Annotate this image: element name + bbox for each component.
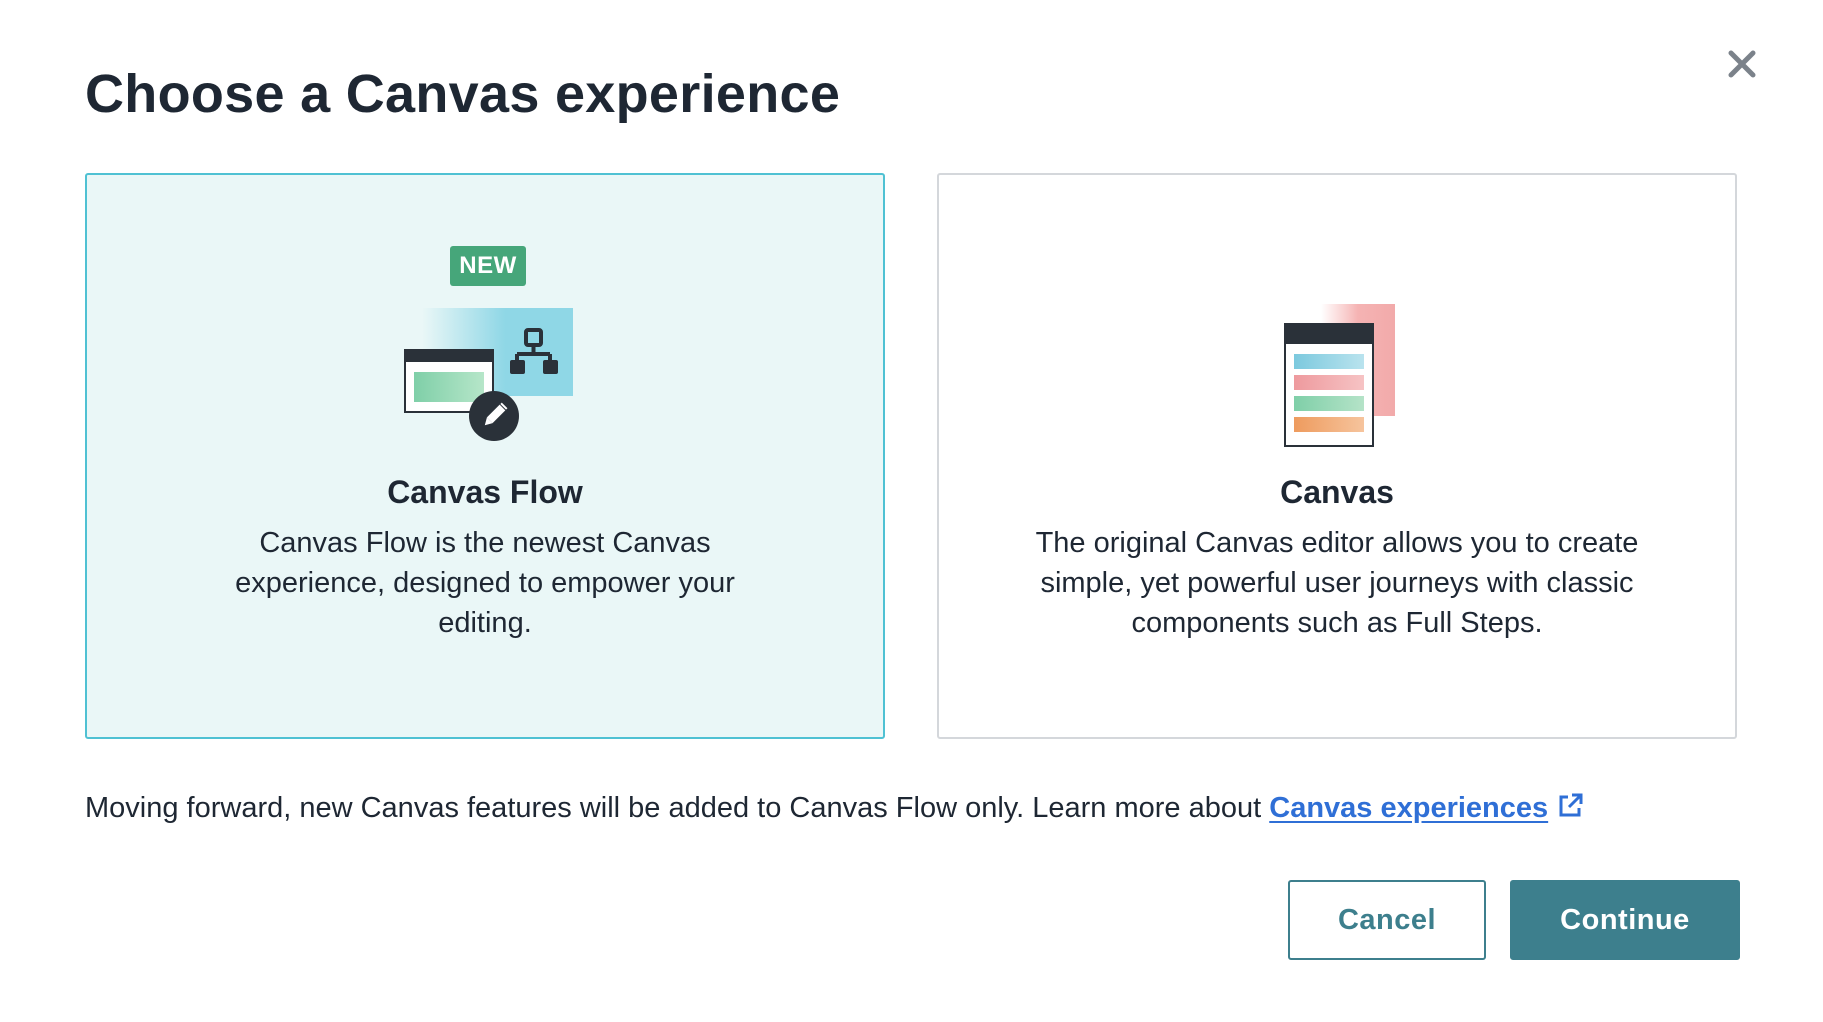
option-title: Canvas Flow — [387, 474, 583, 510]
dialog-title: Choose a Canvas experience — [85, 64, 841, 124]
option-title: Canvas — [1280, 474, 1394, 510]
choose-canvas-dialog: Choose a Canvas experience NEW Canvas Fl… — [0, 0, 1823, 1022]
option-card-canvas[interactable]: Canvas The original Canvas editor allows… — [937, 173, 1737, 739]
canvas-flow-illustration — [404, 308, 573, 441]
close-icon — [1728, 50, 1756, 78]
external-link-icon[interactable] — [1556, 792, 1584, 820]
link-label: Canvas experiences — [1269, 792, 1549, 824]
close-button[interactable] — [1722, 44, 1762, 84]
note-text: Moving forward, new Canvas features will… — [85, 792, 1270, 824]
option-card-canvas-flow[interactable]: NEW Canvas Flow Canvas Flow is the newes… — [85, 173, 885, 739]
cancel-button[interactable]: Cancel — [1288, 880, 1486, 960]
option-description: The original Canvas editor allows you to… — [1035, 527, 1639, 639]
canvas-experiences-link[interactable]: Canvas experiences — [1269, 792, 1548, 824]
option-description: Canvas Flow is the newest Canvas experie… — [235, 527, 735, 639]
canvas-illustration — [1284, 304, 1395, 447]
continue-button[interactable]: Continue — [1510, 880, 1740, 960]
info-note: Moving forward, new Canvas features will… — [85, 788, 1584, 828]
new-badge: NEW — [450, 246, 526, 286]
